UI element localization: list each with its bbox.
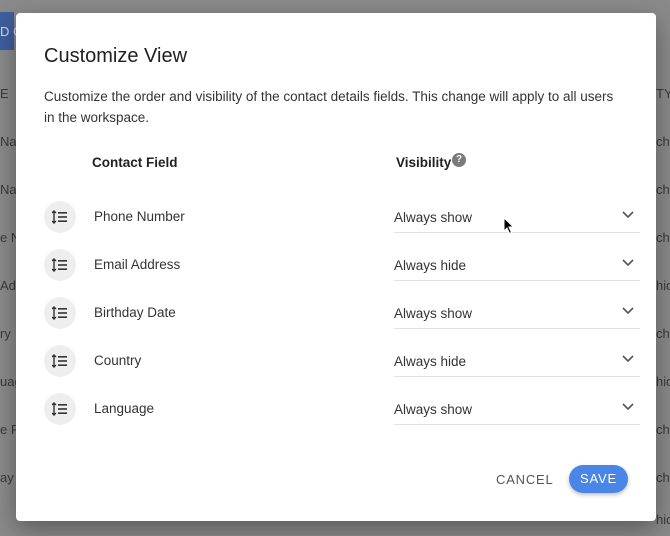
field-label: Phone Number: [94, 209, 185, 224]
save-button[interactable]: SAVE: [569, 465, 628, 493]
drag-reorder-icon[interactable]: [44, 249, 76, 281]
background-text: ry: [0, 326, 11, 341]
chevron-down-icon: [622, 355, 634, 363]
field-label: Country: [94, 353, 142, 368]
cancel-button[interactable]: CANCEL: [496, 472, 554, 487]
column-header-visibility: Visibility: [396, 155, 452, 170]
customize-view-dialog: Customize View Customize the order and v…: [16, 13, 656, 521]
visibility-select[interactable]: Always show: [394, 203, 640, 233]
help-icon[interactable]: ?: [452, 153, 466, 167]
background-text: cho: [656, 134, 670, 149]
visibility-select[interactable]: Always hide: [394, 251, 640, 281]
field-label: Language: [94, 401, 155, 416]
field-label: Birthday Date: [94, 305, 176, 320]
field-row-birthday-date: Birthday Date Always show: [16, 295, 656, 343]
background-text: ay: [0, 470, 14, 485]
background-text: TY: [656, 86, 670, 101]
field-row-language: Language Always show: [16, 391, 656, 439]
visibility-select[interactable]: Always hide: [394, 347, 640, 377]
drag-reorder-icon[interactable]: [44, 393, 76, 425]
chevron-down-icon: [622, 403, 634, 411]
visibility-select[interactable]: Always show: [394, 299, 640, 329]
field-row-email-address: Email Address Always hide: [16, 247, 656, 295]
background-text: cho: [656, 326, 670, 341]
chevron-down-icon: [622, 259, 634, 267]
field-row-phone-number: Phone Number Always show: [16, 199, 656, 247]
dialog-description: Customize the order and visibility of th…: [44, 89, 614, 125]
background-text: hid: [656, 512, 670, 527]
background-text: hid: [656, 278, 670, 293]
drag-reorder-icon[interactable]: [44, 201, 76, 233]
background-text: E: [0, 86, 9, 101]
visibility-value: Always hide: [394, 354, 467, 369]
background-text: cho: [656, 230, 670, 245]
background-text: hid: [656, 374, 670, 389]
visibility-value: Always hide: [394, 258, 467, 273]
field-row-country: Country Always hide: [16, 343, 656, 391]
visibility-select[interactable]: Always show: [394, 395, 640, 425]
background-text: cho: [656, 182, 670, 197]
background-text: cho: [656, 422, 670, 437]
visibility-value: Always show: [394, 402, 473, 417]
mouse-cursor-icon: [503, 217, 515, 235]
column-header-contact-field: Contact Field: [92, 155, 178, 170]
chevron-down-icon: [622, 211, 634, 219]
visibility-value: Always show: [394, 210, 473, 225]
drag-reorder-icon[interactable]: [44, 297, 76, 329]
drag-reorder-icon[interactable]: [44, 345, 76, 377]
field-label: Email Address: [94, 257, 181, 272]
visibility-value: Always show: [394, 306, 473, 321]
background-text: Ad: [0, 278, 16, 293]
dialog-title: Customize View: [44, 45, 188, 67]
background-text: cho: [656, 470, 670, 485]
chevron-down-icon: [622, 307, 634, 315]
